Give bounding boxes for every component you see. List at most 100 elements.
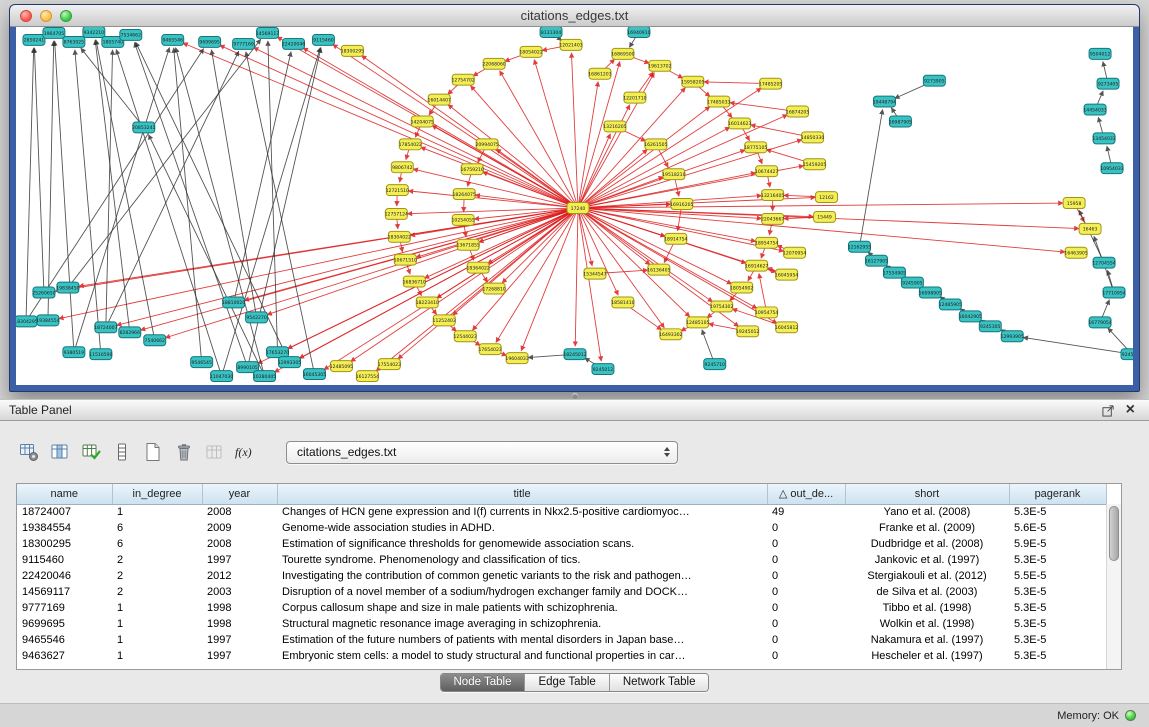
graph-node[interactable]: 15344547: [583, 268, 606, 279]
graph-node[interactable]: 16759210: [461, 164, 484, 175]
graph-node[interactable]: 17710954: [1102, 287, 1125, 298]
graph-node[interactable]: 20853241: [132, 122, 155, 133]
graph-node[interactable]: 16098905: [919, 287, 942, 298]
graph-node[interactable]: 17854022: [399, 139, 422, 150]
graph-node[interactable]: 9542270: [246, 312, 268, 323]
graph-node[interactable]: 18300295: [341, 45, 364, 56]
column-header-year[interactable]: year: [202, 484, 277, 504]
graph-node[interactable]: 16874205: [786, 106, 809, 117]
row-view-icon[interactable]: [109, 440, 135, 464]
graph-node[interactable]: 19838450: [56, 282, 79, 293]
graph-node[interactable]: 9273405: [1097, 78, 1119, 89]
table-row[interactable]: 1872400712008Changes of HCN gene express…: [17, 504, 1106, 520]
graph-node[interactable]: 10671510: [394, 254, 417, 265]
table-row[interactable]: 1830029562008Estimation of significance …: [17, 536, 1106, 552]
graph-node[interactable]: 11252403: [433, 315, 456, 326]
graph-node[interactable]: 16127905: [865, 255, 888, 266]
graph-node[interactable]: 10254055: [452, 214, 475, 225]
graph-node[interactable]: 9245012: [592, 364, 614, 375]
graph-node[interactable]: 22043667: [761, 213, 784, 224]
graph-node[interactable]: 1964705: [43, 27, 65, 38]
scrollbar-thumb[interactable]: [1109, 506, 1119, 561]
table-scrollbar[interactable]: [1106, 504, 1121, 669]
network-canvas[interactable]: 1724012021403180540222206806012754702160…: [16, 27, 1133, 385]
graph-node[interactable]: 9115460: [312, 34, 334, 45]
graph-node[interactable]: 16127554: [356, 371, 379, 382]
graph-node[interactable]: 12485905: [939, 299, 962, 310]
graph-node[interactable]: 8763025: [63, 36, 85, 47]
table-row[interactable]: 911546021997Tourette syndrome. Phenomeno…: [17, 552, 1106, 568]
citation-network-graph[interactable]: 1724012021403180540222206806012754702160…: [16, 27, 1133, 385]
graph-node[interactable]: 16861203: [588, 68, 611, 79]
graph-node[interactable]: 9699695: [199, 36, 221, 47]
graph-node[interactable]: 17654023: [478, 344, 501, 355]
graph-node[interactable]: 16836710: [403, 276, 426, 287]
select-table-icon[interactable]: [78, 440, 104, 464]
graph-node[interactable]: 18304295: [16, 316, 38, 327]
graph-node[interactable]: 16779054: [1088, 317, 1111, 328]
delete-table-icon[interactable]: [171, 440, 197, 464]
graph-node[interactable]: 2850241: [23, 34, 45, 45]
graph-node[interactable]: 18954754: [755, 237, 778, 248]
graph-node[interactable]: 16045305: [303, 369, 326, 380]
zoom-window-button[interactable]: [60, 10, 72, 22]
graph-node[interactable]: 16869500: [611, 48, 634, 59]
graph-node[interactable]: 16014407: [428, 94, 451, 105]
graph-node[interactable]: 16261505: [644, 139, 667, 150]
table-row[interactable]: 969969511998Structural magnetic resonanc…: [17, 616, 1106, 632]
graph-node[interactable]: 18581410: [611, 297, 634, 308]
tab-edge-table[interactable]: Edge Table: [525, 674, 609, 691]
graph-node[interactable]: 9465546: [162, 34, 184, 45]
tab-node-table[interactable]: Node Table: [441, 674, 526, 691]
graph-node[interactable]: 9380519: [63, 347, 85, 358]
graph-node[interactable]: 16014623: [728, 118, 751, 129]
import-table-icon[interactable]: [202, 440, 228, 464]
graph-node[interactable]: 17268810: [482, 283, 505, 294]
graph-node[interactable]: 12757124: [385, 208, 408, 219]
graph-node[interactable]: 10954033: [1100, 163, 1123, 174]
graph-node[interactable]: 10674427: [755, 166, 778, 177]
panel-splitter[interactable]: [0, 392, 1149, 399]
graph-node[interactable]: 9546545: [191, 357, 213, 368]
graph-node[interactable]: 11047030: [210, 371, 233, 382]
graph-node[interactable]: 18724007: [94, 322, 117, 333]
graph-node[interactable]: 22420046: [282, 38, 305, 49]
graph-node[interactable]: 12754702: [452, 74, 475, 85]
graph-node[interactable]: 12721510: [386, 185, 409, 196]
graph-node[interactable]: 16045954: [775, 269, 798, 280]
graph-node[interactable]: 15958205: [681, 76, 704, 87]
graph-node[interactable]: 17485033: [707, 96, 730, 107]
graph-node[interactable]: 19754302: [710, 301, 733, 312]
graph-node[interactable]: 9806742: [391, 162, 413, 173]
splitter-handle-icon[interactable]: [572, 393, 578, 399]
table-row[interactable]: 946554611997Estimation of the future num…: [17, 632, 1106, 648]
column-header-out_de[interactable]: △ out_de...: [767, 484, 845, 504]
graph-node[interactable]: 16940910: [627, 27, 650, 37]
graph-node[interactable]: 13216405: [761, 190, 784, 201]
graph-node[interactable]: 8131304: [540, 27, 562, 37]
graph-node[interactable]: 15459205: [803, 159, 826, 170]
graph-node[interactable]: 7540662: [144, 335, 166, 346]
graph-node[interactable]: 12162: [816, 192, 838, 203]
float-panel-icon[interactable]: [1100, 402, 1118, 418]
graph-node[interactable]: 16987905: [889, 116, 912, 127]
graph-node[interactable]: 15958: [1063, 198, 1085, 209]
graph-node[interactable]: 12485105: [686, 317, 709, 328]
graph-node[interactable]: 17653270: [266, 347, 289, 358]
graph-node[interactable]: 25260650: [32, 287, 55, 298]
graph-node[interactable]: 18775105: [744, 142, 767, 153]
table-options-icon[interactable]: [16, 440, 42, 464]
graph-node[interactable]: 19245012: [736, 326, 759, 337]
new-table-icon[interactable]: [140, 440, 166, 464]
graph-node[interactable]: 11516590: [89, 349, 112, 360]
graph-node[interactable]: 16045812: [775, 322, 798, 333]
close-panel-icon[interactable]: ×: [1126, 403, 1135, 417]
column-header-pagerank[interactable]: pagerank: [1009, 484, 1106, 504]
graph-node[interactable]: 9245710: [704, 359, 726, 370]
graph-node[interactable]: 19604033: [505, 353, 528, 364]
graph-node[interactable]: 14204075: [411, 116, 434, 127]
graph-node[interactable]: 8282966: [119, 327, 141, 338]
window-titlebar[interactable]: citations_edges.txt: [10, 5, 1139, 27]
graph-node[interactable]: 12544023: [454, 331, 477, 342]
table-source-dropdown[interactable]: citations_edges.txt: [286, 441, 678, 464]
